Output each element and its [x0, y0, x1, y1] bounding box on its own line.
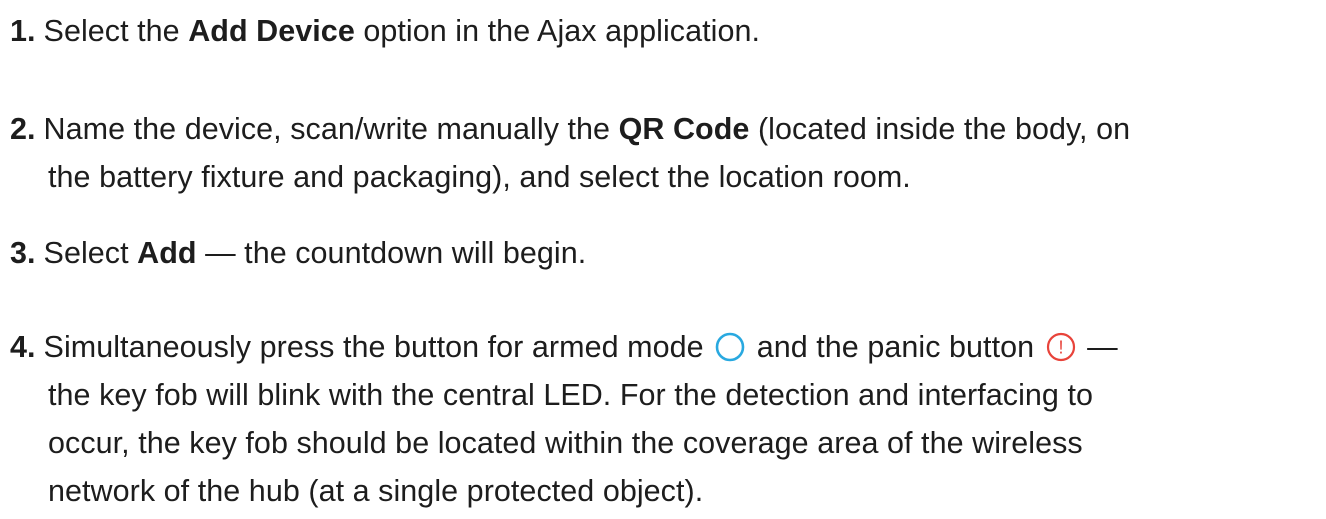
- step-bold-term: Add Device: [188, 14, 355, 48]
- step-number: 4.: [10, 330, 36, 364]
- step-text: — the countdown will begin.: [196, 236, 587, 270]
- step-continuation: the key fob will blink with the central …: [48, 378, 1093, 412]
- step-text: —: [1078, 330, 1118, 364]
- instructions-list: 1. Select the Add Device option in the Aj…: [0, 0, 1326, 519]
- step-continuation: occur, the key fob should be located wit…: [48, 426, 1083, 460]
- panic-exclamation-icon: !: [1045, 331, 1077, 363]
- step-1: 1. Select the Add Device option in the Aj…: [10, 7, 1316, 55]
- step-continuation: the battery fixture and packaging), and …: [48, 160, 911, 194]
- step-text: option in the Ajax application.: [354, 14, 761, 48]
- step-text: Name the device, scan/write manually the: [43, 112, 619, 146]
- step-number: 3.: [10, 236, 36, 270]
- svg-text:!: !: [1058, 338, 1063, 358]
- step-number: 1.: [10, 14, 36, 48]
- step-bold-term: QR Code: [618, 112, 750, 146]
- step-text: (located inside the body, on: [749, 112, 1131, 146]
- step-3: 3. Select Add — the countdown will begin.: [10, 229, 1316, 277]
- step-4: 4. Simultaneously press the button for ar…: [10, 323, 1316, 515]
- step-text: Select the: [43, 14, 189, 48]
- step-continuation: network of the hub (at a single protecte…: [48, 474, 704, 508]
- armed-mode-circle-icon: [714, 331, 746, 363]
- step-bold-term: Add: [137, 236, 197, 270]
- step-2: 2. Name the device, scan/write manually t…: [10, 105, 1316, 201]
- step-number: 2.: [10, 112, 36, 146]
- step-text: and the panic button: [748, 330, 1035, 364]
- step-text: Simultaneously press the button for arme…: [43, 330, 704, 364]
- step-text: Select: [43, 236, 138, 270]
